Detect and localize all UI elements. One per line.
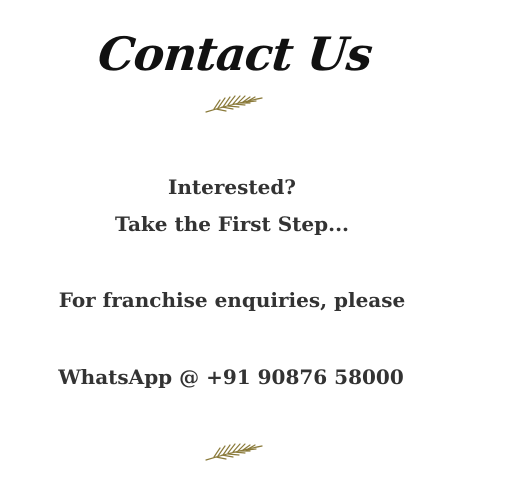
palm-leaf-icon bbox=[205, 95, 263, 113]
whatsapp-contact-text: WhatsApp @ +91 90876 58000 bbox=[58, 365, 404, 389]
franchise-enquiry-text: For franchise enquiries, please bbox=[58, 288, 406, 312]
contact-section: Contact Us Interested? Take the First St… bbox=[0, 0, 508, 493]
first-step-text: Take the First Step... bbox=[114, 212, 349, 236]
palm-leaf-icon bbox=[205, 443, 263, 461]
interested-text: Interested? bbox=[167, 175, 297, 199]
page-title: Contact Us bbox=[95, 27, 375, 81]
